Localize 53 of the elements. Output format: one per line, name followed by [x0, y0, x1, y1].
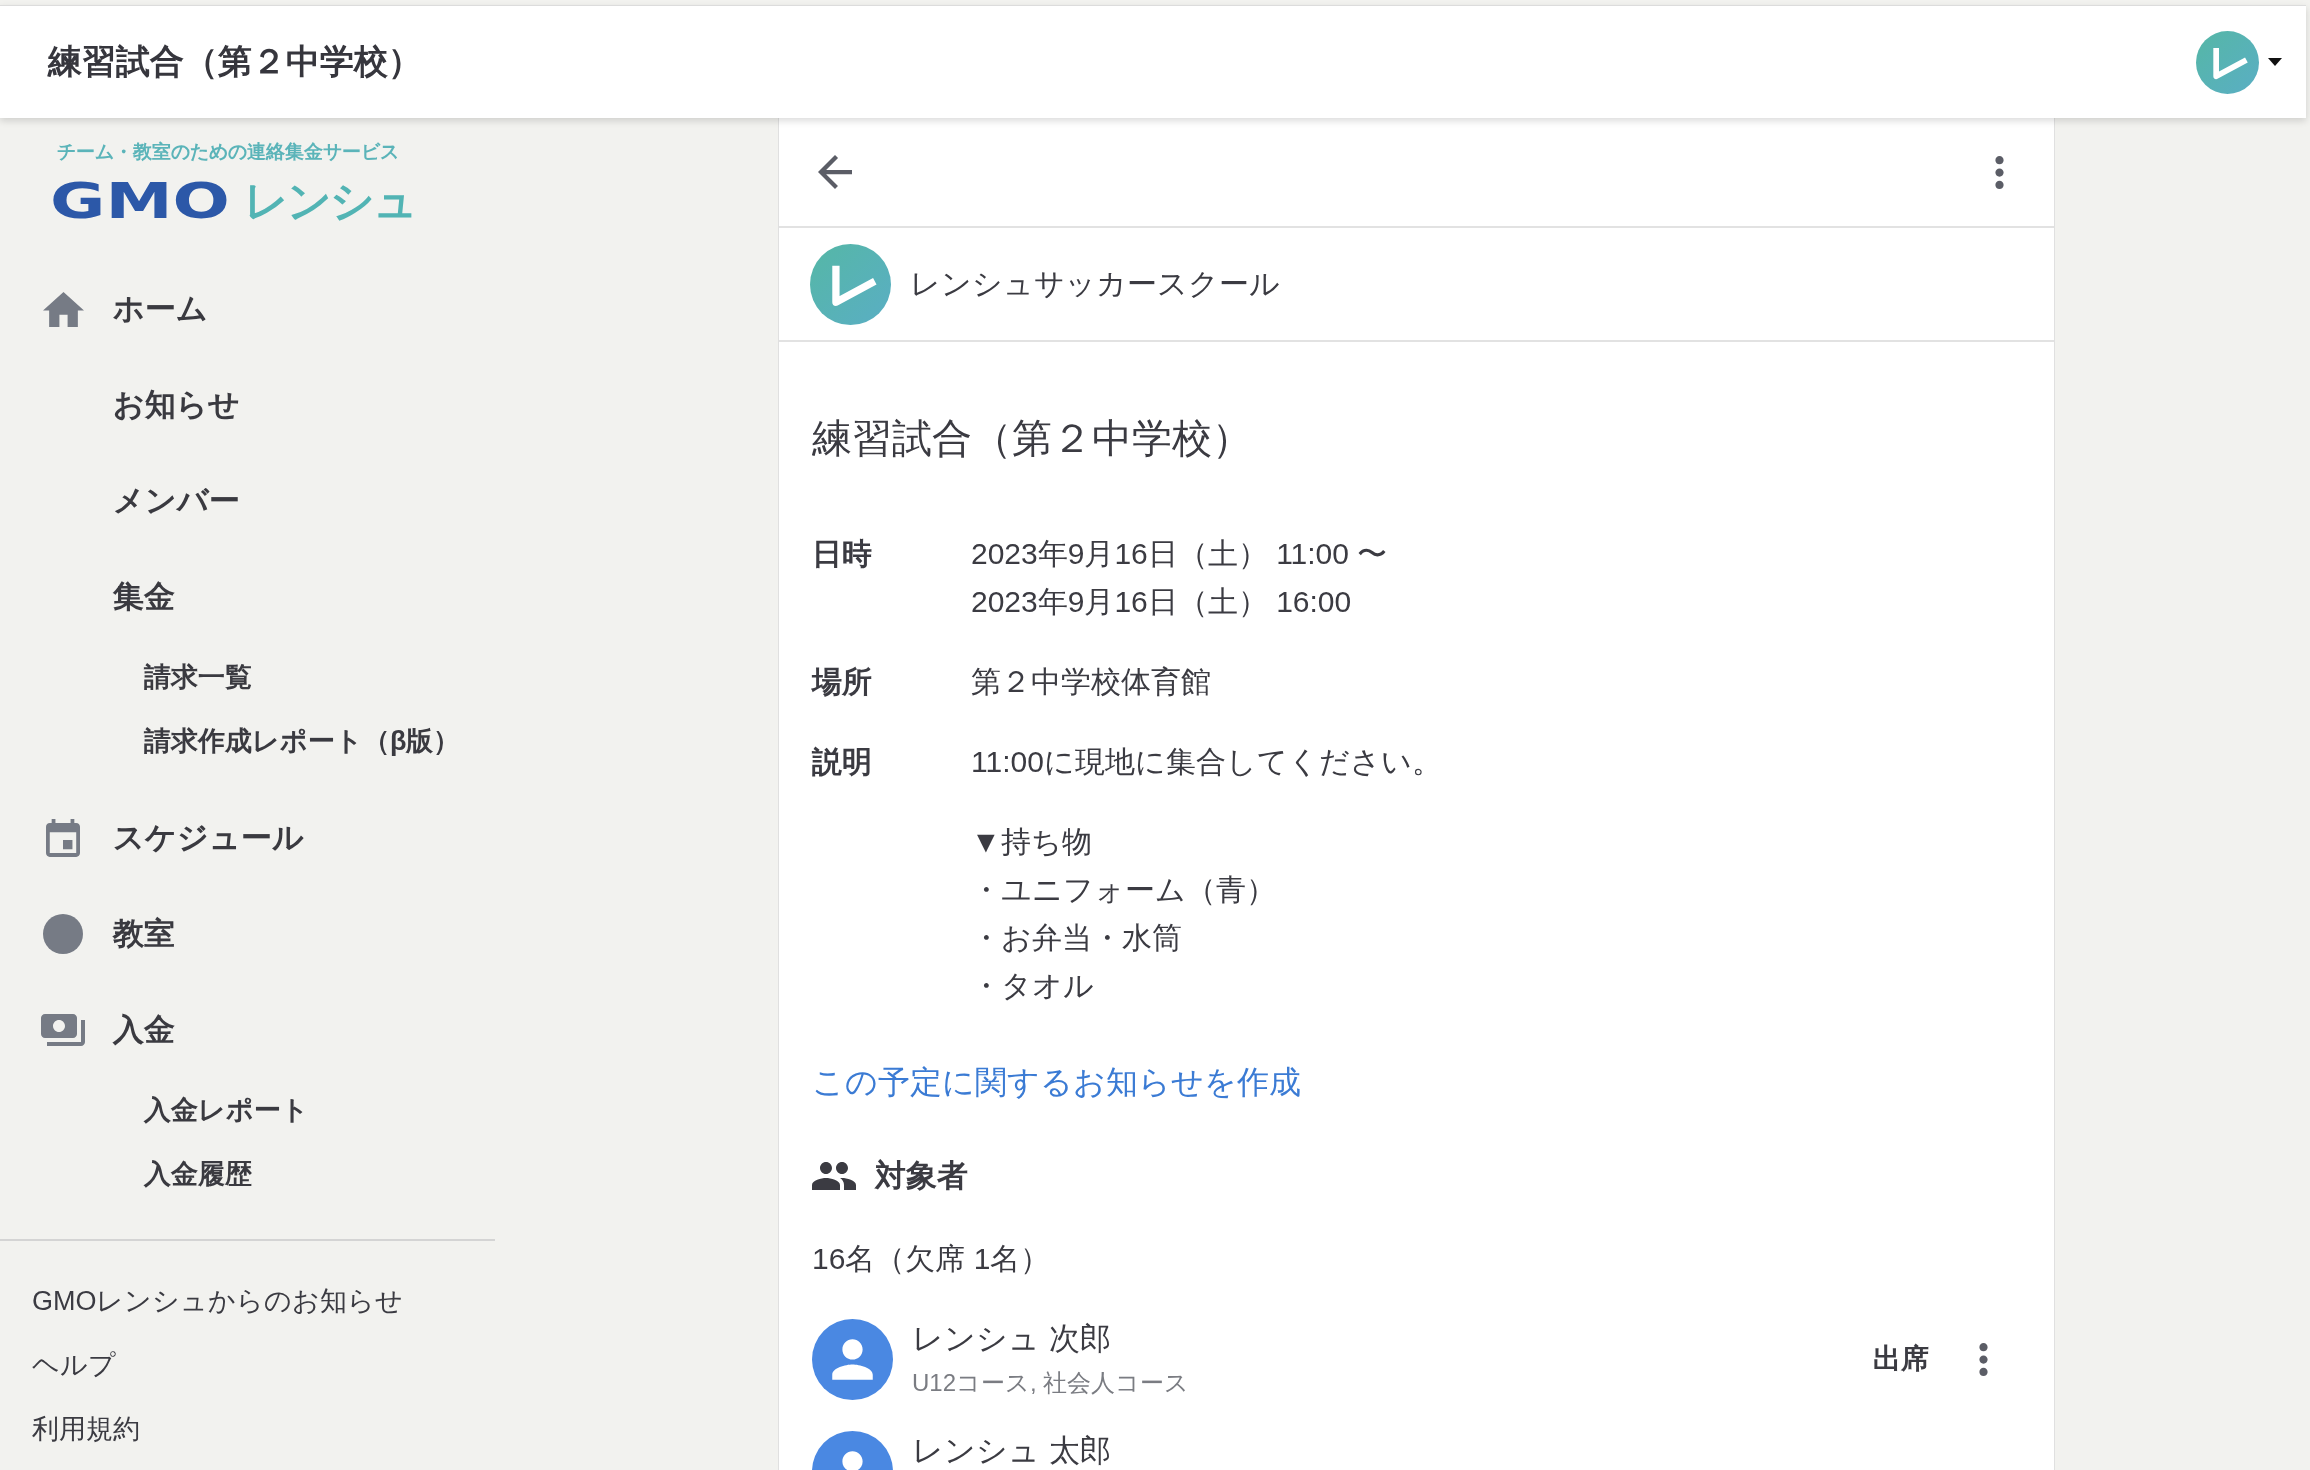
member-more-button[interactable] [1979, 1343, 1988, 1376]
nav-item[interactable]: メンバー [41, 473, 248, 529]
detail-value: 11:00に現地に集合してください。 [971, 744, 1442, 780]
arrow-left-icon [818, 155, 852, 189]
nav-item[interactable]: ホーム [41, 281, 216, 337]
back-button[interactable] [818, 155, 852, 189]
footer-link[interactable]: ヘルプ [32, 1345, 116, 1385]
avatar-icon [2196, 30, 2259, 94]
page-title: 練習試合（第２中学校） [48, 41, 422, 82]
member-name: レンシュ 太郎 [912, 1434, 1111, 1468]
nav-subitem[interactable]: 請求作成レポート（β版） [144, 721, 467, 761]
member-name: レンシュ 次郎 [912, 1322, 1111, 1356]
footer-link[interactable]: 利用規約 [32, 1409, 140, 1449]
logo-tagline: チーム・教室のための連絡集金サービス [57, 140, 399, 164]
nav-subitem[interactable]: 入金レポート [144, 1090, 315, 1130]
detail-value: 第２中学校体育館 [971, 664, 1211, 700]
detail-value: ▼持ち物 [971, 824, 1092, 860]
calendar-icon [46, 819, 80, 857]
logo-brand: GMO [50, 176, 230, 226]
nav-subitem[interactable]: 入金履歴 [144, 1154, 258, 1194]
more-icon [1995, 155, 2004, 189]
detail-label: 場所 [812, 664, 872, 700]
nav-item[interactable]: お知らせ [41, 377, 248, 433]
nav-item[interactable]: 入金 [41, 1002, 183, 1058]
footer-link[interactable]: GMOレンシュからのお知らせ [32, 1281, 404, 1321]
attendee-count: 16名（欠席 1名） [812, 1241, 1051, 1277]
more-icon [1979, 1343, 1988, 1376]
nav-item[interactable]: スケジュール [41, 810, 312, 866]
home-icon [42, 291, 84, 327]
cash-icon [41, 1014, 85, 1046]
org-avatar-icon [810, 243, 891, 325]
nav-item[interactable]: 教室 [41, 906, 183, 962]
circle-icon [43, 914, 83, 954]
attendance-status: 出席 [1873, 1342, 1929, 1376]
caret-icon [2268, 58, 2282, 66]
nav-subitem[interactable]: 請求一覧 [144, 657, 258, 697]
event-title: 練習試合（第２中学校） [812, 415, 1252, 462]
detail-value: 2023年9月16日（土） 16:00 [971, 584, 1352, 620]
detail-value: ・お弁当・水筒 [971, 920, 1182, 956]
section-heading: 対象者 [875, 1157, 968, 1195]
people-icon [812, 1162, 856, 1190]
more-button[interactable] [1995, 155, 2004, 189]
nav-item[interactable]: 集金 [41, 569, 183, 625]
detail-label: 説明 [812, 744, 872, 780]
detail-value: ・ユニフォーム（青） [971, 872, 1276, 908]
detail-label: 日時 [812, 536, 872, 572]
organizer-name: レンシュサッカースクール [910, 265, 1280, 302]
member-courses: U12コース, 社会人コース [912, 1368, 1190, 1398]
detail-value: ・タオル [971, 968, 1094, 1004]
person-avatar-icon [812, 1319, 893, 1400]
create-notice-link[interactable]: この予定に関するお知らせを作成 [812, 1058, 1301, 1106]
logo-product: レンシュ [244, 179, 417, 223]
detail-value: 2023年9月16日（土） 11:00 〜 [971, 536, 1388, 572]
